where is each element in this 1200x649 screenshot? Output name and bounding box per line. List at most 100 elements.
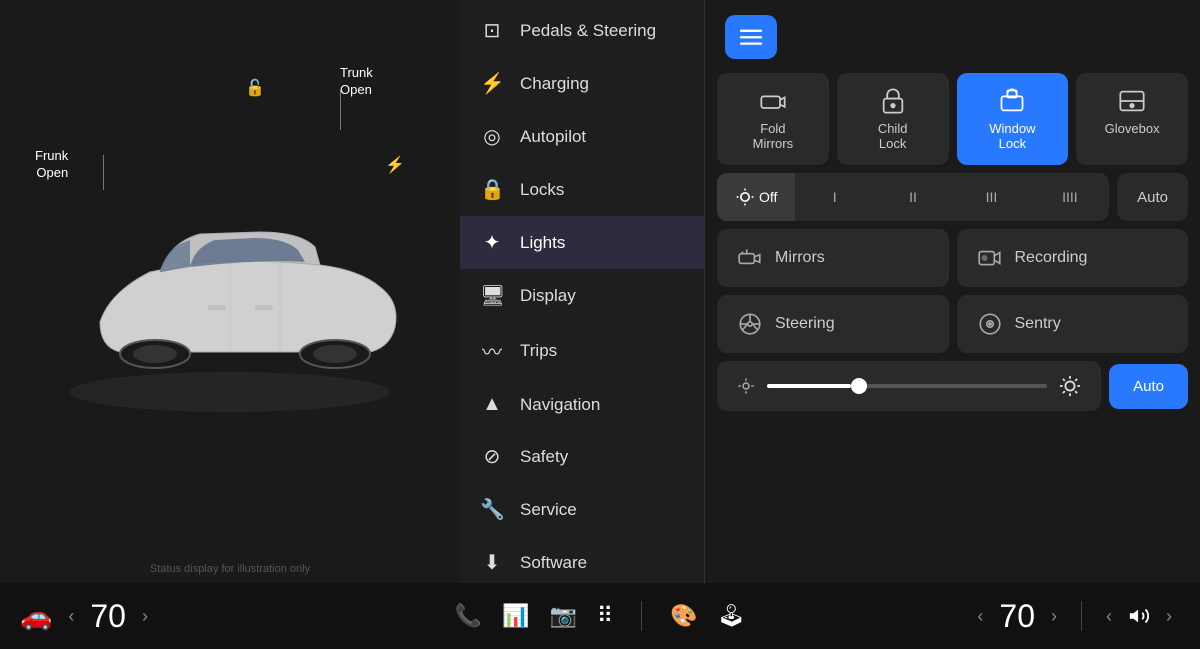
auto-brightness-label: Auto — [1133, 378, 1164, 395]
safety-icon: ⊘ — [480, 444, 504, 469]
speed-left-prev-btn[interactable]: ‹ — [60, 602, 82, 631]
sidebar-label-software: Software — [520, 553, 587, 573]
child-lock-btn[interactable]: Child Lock — [837, 73, 949, 165]
fan-auto-label: Auto — [1137, 189, 1168, 206]
navigation-icon: ▲ — [480, 393, 504, 416]
software-icon: ⬇ — [480, 550, 504, 575]
sidebar-item-pedals[interactable]: ⊡ Pedals & Steering — [460, 4, 704, 57]
fan-off-label: Off — [759, 189, 777, 205]
trunk-line — [340, 90, 341, 130]
volume-prev-btn[interactable]: ‹ — [1098, 602, 1120, 631]
sidebar-label-display: Display — [520, 286, 576, 306]
fan-speed2-label: II — [909, 189, 917, 205]
sidebar-label-pedals: Pedals & Steering — [520, 21, 656, 41]
display-icon: 🖥 — [480, 283, 504, 308]
sidebar: ⊡ Pedals & Steering ⚡ Charging ◎ Autopil… — [460, 0, 705, 583]
sidebar-item-safety[interactable]: ⊘ Safety — [460, 430, 704, 483]
fan-row: Off I II III IIII Auto — [717, 173, 1188, 221]
watermark: Status display for illustration only — [150, 563, 310, 575]
sidebar-label-trips: Trips — [520, 341, 557, 361]
speed-left-next-btn[interactable]: › — [134, 602, 156, 631]
recording-btn[interactable]: Recording — [957, 229, 1189, 287]
lights-icon: ✦ — [480, 230, 504, 255]
fan-speed1-btn[interactable]: I — [795, 173, 873, 221]
car-tab-icon[interactable]: 🚗 — [20, 601, 52, 632]
speed-right-next-btn[interactable]: › — [1043, 602, 1065, 631]
sidebar-item-lights[interactable]: ✦ Lights — [460, 216, 704, 269]
sidebar-item-trips[interactable]: 〰 Trips — [460, 322, 704, 379]
sidebar-label-safety: Safety — [520, 447, 568, 467]
glovebox-btn[interactable]: Glovebox — [1076, 73, 1188, 165]
lock-icon: 🔓 — [245, 78, 265, 98]
charging-icon: ⚡ — [480, 71, 504, 96]
charging-indicator: ⚡ — [385, 155, 405, 175]
phone-icon[interactable]: 📞 — [455, 603, 482, 629]
taskbar-divider — [641, 601, 642, 631]
sidebar-label-locks: Locks — [520, 180, 564, 200]
energy-icon[interactable]: 📊 — [502, 603, 529, 629]
fan-speed2-btn[interactable]: II — [874, 173, 952, 221]
sidebar-item-locks[interactable]: 🔒 Locks — [460, 163, 704, 216]
right-panel: Off Parking On Auto Fold Mirrors — [705, 0, 1200, 583]
taskbar-left: 🚗 ‹ 70 › — [20, 598, 407, 635]
auto-brightness-btn[interactable]: Auto — [1109, 364, 1188, 409]
fold-mirrors-btn[interactable]: Fold Mirrors — [717, 73, 829, 165]
sidebar-item-software[interactable]: ⬇ Software — [460, 536, 704, 583]
volume-next-btn[interactable]: › — [1158, 602, 1180, 631]
sidebar-label-autopilot: Autopilot — [520, 127, 586, 147]
recording-label: Recording — [1015, 249, 1088, 267]
window-lock-btn[interactable]: Window Lock — [957, 73, 1069, 165]
trips-icon: 〰 — [480, 336, 504, 365]
speed-right-prev-btn[interactable]: ‹ — [969, 602, 991, 631]
sidebar-label-lights: Lights — [520, 233, 565, 253]
taskbar-center: 📞 📊 📷 ⠿ 🎨 🕹 — [407, 601, 794, 631]
fan-speed3-label: III — [986, 189, 998, 205]
window-row: Fold Mirrors Child Lock Window Lock Glov… — [717, 73, 1188, 165]
sidebar-label-service: Service — [520, 500, 577, 520]
fan-speed4-label: IIII — [1062, 189, 1078, 205]
lights-menu-btn[interactable] — [725, 15, 777, 59]
steering-label: Steering — [775, 315, 835, 333]
brightness-min-icon — [737, 377, 755, 395]
child-lock-label: Child Lock — [878, 121, 908, 151]
sidebar-label-charging: Charging — [520, 74, 589, 94]
sidebar-item-autopilot[interactable]: ◎ Autopilot — [460, 110, 704, 163]
mirrors-btn[interactable]: Mirrors — [717, 229, 949, 287]
sidebar-item-charging[interactable]: ⚡ Charging — [460, 57, 704, 110]
brightness-track[interactable] — [767, 384, 1047, 388]
pedals-icon: ⊡ — [480, 18, 504, 43]
speed-left-display: 70 — [90, 598, 126, 635]
lights-row: Off Parking On Auto — [717, 8, 1188, 65]
sidebar-item-display[interactable]: 🖥 Display — [460, 269, 704, 322]
taskbar-divider-2 — [1081, 601, 1082, 631]
main-area: ⚡ Frunk Open Trunk Open 🔓 ⚡ Status displ… — [0, 0, 1200, 583]
fan-speed1-label: I — [833, 189, 837, 205]
locks-icon: 🔒 — [480, 177, 504, 202]
fan-speed3-btn[interactable]: III — [952, 173, 1030, 221]
sidebar-item-service[interactable]: 🔧 Service — [460, 483, 704, 536]
apps-icon[interactable]: ⠿ — [597, 603, 613, 629]
sentry-btn[interactable]: Sentry — [957, 295, 1189, 353]
trunk-label: Trunk Open — [340, 65, 373, 99]
frunk-label: Frunk Open — [35, 148, 68, 182]
speed-right-display: 70 — [999, 598, 1035, 635]
window-lock-label: Window Lock — [989, 121, 1035, 151]
sidebar-item-navigation[interactable]: ▲ Navigation — [460, 379, 704, 430]
quick-controls-grid: Mirrors Recording Steering Sentry — [717, 229, 1188, 353]
service-icon: 🔧 — [480, 497, 504, 522]
steering-btn[interactable]: Steering — [717, 295, 949, 353]
fan-auto-btn[interactable]: Auto — [1117, 173, 1188, 221]
games-icon[interactable]: 🕹 — [717, 603, 745, 629]
media-icon[interactable]: 🎨 — [670, 603, 697, 629]
taskbar-right: ‹ 70 › ‹ › — [793, 598, 1180, 635]
car-image: ⚡ — [40, 162, 420, 422]
camera-icon[interactable]: 📷 — [549, 603, 576, 629]
brightness-row: Auto — [717, 361, 1188, 411]
fan-speed4-btn[interactable]: IIII — [1031, 173, 1109, 221]
glovebox-label: Glovebox — [1105, 121, 1160, 136]
taskbar: 🚗 ‹ 70 › 📞 📊 📷 ⠿ 🎨 🕹 ‹ 70 › ‹ › — [0, 583, 1200, 649]
fan-off-btn[interactable]: Off — [717, 173, 795, 221]
car-area: ⚡ Frunk Open Trunk Open 🔓 ⚡ Status displ… — [0, 0, 460, 583]
volume-icon — [1128, 605, 1150, 627]
frunk-line — [103, 155, 104, 190]
